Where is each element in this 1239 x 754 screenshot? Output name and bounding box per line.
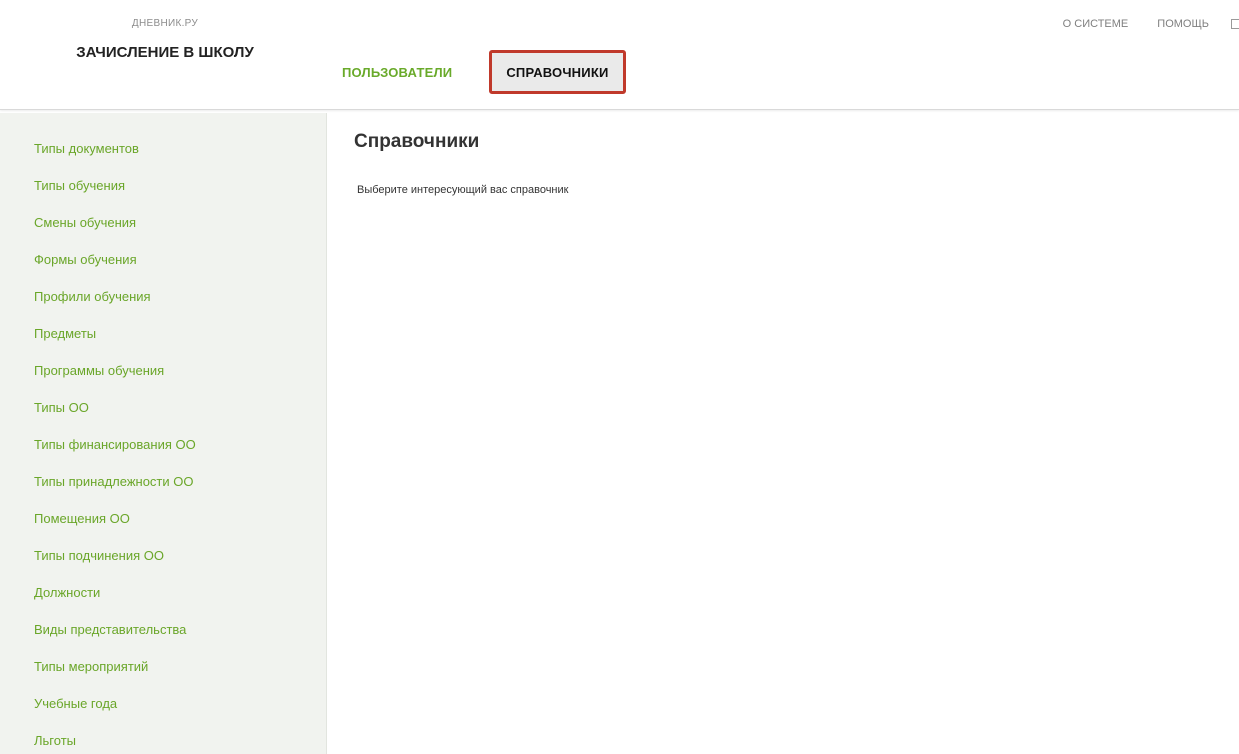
sidebar-item-funding-types[interactable]: Типы финансирования ОО: [0, 432, 326, 469]
sidebar-item-education-programs[interactable]: Программы обучения: [0, 358, 326, 395]
header: ДНЕВНИК.РУ ЗАЧИСЛЕНИЕ В ШКОЛУ ПОЛЬЗОВАТЕ…: [0, 0, 1239, 110]
sidebar-item-benefits[interactable]: Льготы: [0, 728, 326, 754]
sidebar-item-subordination-types[interactable]: Типы подчинения ОО: [0, 543, 326, 580]
nav-users-link[interactable]: ПОЛЬЗОВАТЕЛИ: [342, 55, 452, 90]
about-link[interactable]: О СИСТЕМЕ: [1063, 18, 1129, 30]
sidebar-item-document-types[interactable]: Типы документов: [0, 136, 326, 173]
sidebar-item-subjects[interactable]: Предметы: [0, 321, 326, 358]
nav-references-tab-active[interactable]: СПРАВОЧНИКИ: [489, 50, 626, 94]
app-title: ЗАЧИСЛЕНИЕ В ШКОЛУ: [76, 44, 254, 61]
sidebar-item-premises[interactable]: Помещения ОО: [0, 506, 326, 543]
sidebar-item-education-types[interactable]: Типы обучения: [0, 173, 326, 210]
sidebar-item-ownership-types[interactable]: Типы принадлежности ОО: [0, 469, 326, 506]
sidebar: Типы документов Типы обучения Смены обуч…: [0, 113, 327, 754]
sidebar-item-education-forms[interactable]: Формы обучения: [0, 247, 326, 284]
top-links: О СИСТЕМЕ ПОМОЩЬ: [1063, 18, 1239, 30]
sidebar-item-representation-kinds[interactable]: Виды представительства: [0, 617, 326, 654]
sidebar-item-positions[interactable]: Должности: [0, 580, 326, 617]
page-title: Справочники: [354, 131, 480, 152]
sidebar-item-education-profiles[interactable]: Профили обучения: [0, 284, 326, 321]
page-subtitle: Выберите интересующий вас справочник: [357, 184, 569, 196]
sidebar-list: Типы документов Типы обучения Смены обуч…: [0, 113, 326, 754]
mail-icon[interactable]: [1231, 19, 1239, 29]
sidebar-item-org-types[interactable]: Типы ОО: [0, 395, 326, 432]
sidebar-item-academic-years[interactable]: Учебные года: [0, 691, 326, 728]
sidebar-item-event-types[interactable]: Типы мероприятий: [0, 654, 326, 691]
sidebar-item-education-shifts[interactable]: Смены обучения: [0, 210, 326, 247]
brand-label: ДНЕВНИК.РУ: [131, 18, 199, 29]
main-content: Справочники Выберите интересующий вас сп…: [328, 113, 1239, 754]
help-link[interactable]: ПОМОЩЬ: [1157, 18, 1209, 30]
main-nav: ПОЛЬЗОВАТЕЛИ СПРАВОЧНИКИ: [330, 50, 626, 94]
